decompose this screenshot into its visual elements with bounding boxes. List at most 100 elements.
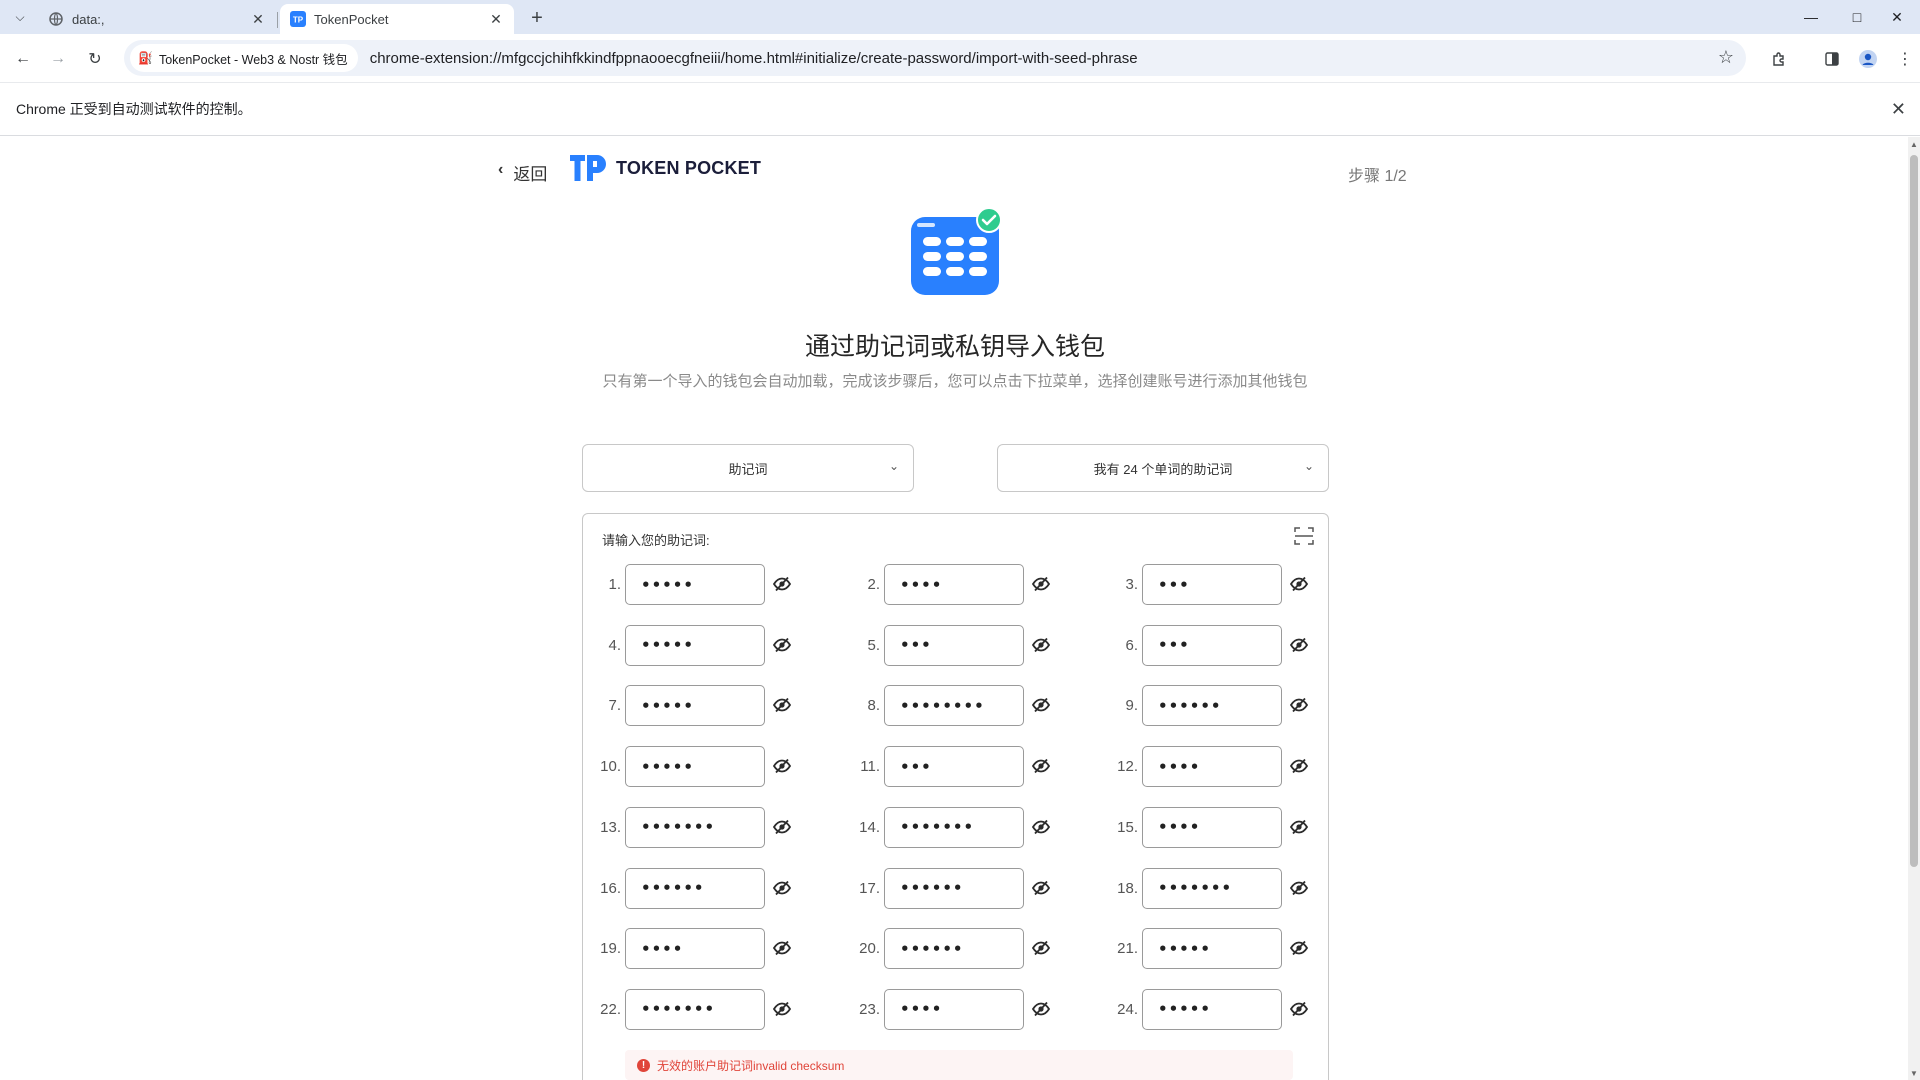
eye-slash-icon[interactable] — [772, 758, 792, 774]
extensions-icon[interactable] — [1766, 46, 1792, 72]
eye-slash-icon[interactable] — [772, 1001, 792, 1017]
seed-word-input[interactable]: •••••• — [884, 867, 1024, 909]
close-tab-icon[interactable]: ✕ — [250, 11, 266, 27]
window-close-icon[interactable]: ✕ — [1874, 0, 1920, 34]
scroll-down-icon[interactable]: ▼ — [1908, 1066, 1920, 1080]
back-arrow-icon[interactable]: ← — [10, 46, 36, 72]
seed-word-input[interactable]: •••••• — [625, 867, 765, 909]
seed-word-input[interactable]: ••••• — [625, 564, 765, 605]
error-icon: ! — [637, 1058, 650, 1072]
extension-page: ‹ 返回 TOKEN POCKET 步骤 1/2 通过助记词或私钥导入钱包 只有… — [0, 137, 1920, 1080]
eye-slash-icon[interactable] — [1031, 697, 1051, 713]
seed-word-input[interactable]: ••••••• — [625, 806, 765, 848]
bookmark-star-icon[interactable]: ☆ — [1718, 47, 1734, 68]
seed-word-field: 22. ••••••• — [583, 988, 813, 1031]
url-text[interactable]: chrome-extension://mfgccjchihfkkindfppna… — [370, 50, 1138, 67]
seed-word-input[interactable]: ••• — [884, 746, 1024, 788]
seed-word-input[interactable]: ••••• — [1142, 928, 1282, 970]
seed-word-input[interactable]: •••• — [625, 928, 765, 970]
eye-slash-icon[interactable] — [1289, 758, 1309, 774]
new-tab-button[interactable]: + — [524, 6, 550, 30]
eye-slash-icon[interactable] — [772, 576, 792, 592]
seed-word-input[interactable]: ••••• — [625, 746, 765, 788]
site-chip-label: TokenPocket - Web3 & Nostr 钱包 — [158, 52, 348, 67]
seed-word-field: 1. ••••• — [583, 564, 813, 606]
seed-word-number: 13. — [600, 818, 621, 836]
seed-word-field: 7. ••••• — [583, 685, 813, 727]
tab-data[interactable]: data:, ✕ — [38, 4, 278, 34]
eye-slash-icon[interactable] — [1031, 819, 1051, 835]
seed-word-input[interactable]: •••• — [884, 988, 1024, 1030]
seed-word-input[interactable]: •••• — [1142, 806, 1282, 848]
eye-slash-icon[interactable] — [1289, 819, 1309, 835]
word-count-select[interactable]: 我有 24 个单词的助记词 ⌄ — [997, 444, 1329, 492]
eye-slash-icon[interactable] — [1289, 940, 1309, 956]
eye-slash-icon[interactable] — [1031, 1001, 1051, 1017]
seed-phrase-label: 请输入您的助记词: — [602, 533, 710, 548]
scan-icon[interactable] — [1294, 526, 1314, 546]
seed-word-field: 8. •••••••• — [842, 685, 1072, 727]
profile-avatar-icon[interactable] — [1855, 46, 1881, 72]
eye-slash-icon[interactable] — [772, 880, 792, 896]
address-bar[interactable]: ⛽ TokenPocket - Web3 & Nostr 钱包 chrome-e… — [124, 40, 1746, 76]
minimize-icon[interactable]: — — [1788, 0, 1834, 34]
eye-slash-icon[interactable] — [1031, 758, 1051, 774]
tab-tokenpocket[interactable]: TP TokenPocket ✕ — [280, 4, 514, 34]
seed-word-field: 6. ••• — [1100, 624, 1330, 667]
eye-slash-icon[interactable] — [1031, 576, 1051, 592]
scroll-thumb[interactable] — [1910, 155, 1918, 867]
close-tab-icon[interactable]: ✕ — [488, 11, 504, 27]
import-type-value: 助记词 — [728, 461, 768, 477]
seed-word-input[interactable]: •••••••• — [884, 685, 1024, 727]
seed-word-number: 22. — [600, 1000, 621, 1018]
eye-slash-icon[interactable] — [772, 697, 792, 713]
seed-word-field: 21. ••••• — [1100, 928, 1330, 970]
scroll-up-icon[interactable]: ▲ — [1908, 137, 1920, 151]
seed-word-number: 21. — [1117, 940, 1138, 958]
step-indicator: 步骤 1/2 — [1348, 168, 1407, 185]
seed-word-input[interactable]: ••• — [884, 624, 1024, 666]
seed-word-input[interactable]: ••••••• — [625, 988, 765, 1030]
side-panel-icon[interactable] — [1819, 46, 1845, 72]
seed-word-input[interactable]: •••••• — [1142, 685, 1282, 727]
seed-word-input[interactable]: •••••• — [884, 928, 1024, 970]
eye-slash-icon[interactable] — [1289, 880, 1309, 896]
seed-word-input[interactable]: •••• — [884, 564, 1024, 605]
seed-word-number: 15. — [1117, 818, 1138, 836]
chevron-down-icon: ⌄ — [888, 459, 899, 473]
word-count-value: 我有 24 个单词的助记词 — [1093, 461, 1233, 477]
seed-word-input[interactable]: ••••••• — [884, 806, 1024, 848]
seed-word-field: 2. •••• — [842, 564, 1072, 606]
reload-icon[interactable]: ↻ — [82, 46, 108, 72]
seed-word-input[interactable]: •••• — [1142, 746, 1282, 788]
seed-word-number: 6. — [1125, 636, 1138, 654]
eye-slash-icon[interactable] — [1031, 637, 1051, 653]
close-icon[interactable]: ✕ — [1891, 99, 1906, 120]
eye-slash-icon[interactable] — [1031, 880, 1051, 896]
eye-slash-icon[interactable] — [1289, 1001, 1309, 1017]
eye-slash-icon[interactable] — [772, 940, 792, 956]
eye-slash-icon[interactable] — [1289, 637, 1309, 653]
tp-logo-icon: TP — [290, 11, 306, 27]
seed-word-input[interactable]: ••••• — [1142, 988, 1282, 1030]
seed-word-input[interactable]: ••• — [1142, 564, 1282, 605]
back-button[interactable]: ‹ 返回 — [498, 160, 547, 185]
import-type-select[interactable]: 助记词 ⌄ — [582, 444, 914, 492]
eye-slash-icon[interactable] — [1289, 697, 1309, 713]
eye-slash-icon[interactable] — [772, 819, 792, 835]
seed-word-input[interactable]: ••••• — [625, 624, 765, 666]
eye-slash-icon[interactable] — [1031, 940, 1051, 956]
forward-arrow-icon[interactable]: → — [45, 46, 71, 72]
seed-word-input[interactable]: ••••• — [625, 685, 765, 727]
menu-kebab-icon[interactable]: ⋮ — [1892, 46, 1918, 72]
site-info-chip[interactable]: ⛽ TokenPocket - Web3 & Nostr 钱包 — [130, 44, 358, 72]
eye-slash-icon[interactable] — [772, 637, 792, 653]
seed-word-number: 4. — [608, 636, 621, 654]
automation-infobar: Chrome 正受到自动测试软件的控制。 ✕ — [0, 82, 1920, 136]
tab-search-button[interactable]: ⌵ — [8, 6, 32, 28]
seed-word-input[interactable]: ••• — [1142, 624, 1282, 666]
page-scrollbar[interactable]: ▲ ▼ — [1908, 137, 1920, 1080]
seed-word-input[interactable]: ••••••• — [1142, 867, 1282, 909]
eye-slash-icon[interactable] — [1289, 576, 1309, 592]
brand-logo: TOKEN POCKET — [570, 155, 761, 181]
